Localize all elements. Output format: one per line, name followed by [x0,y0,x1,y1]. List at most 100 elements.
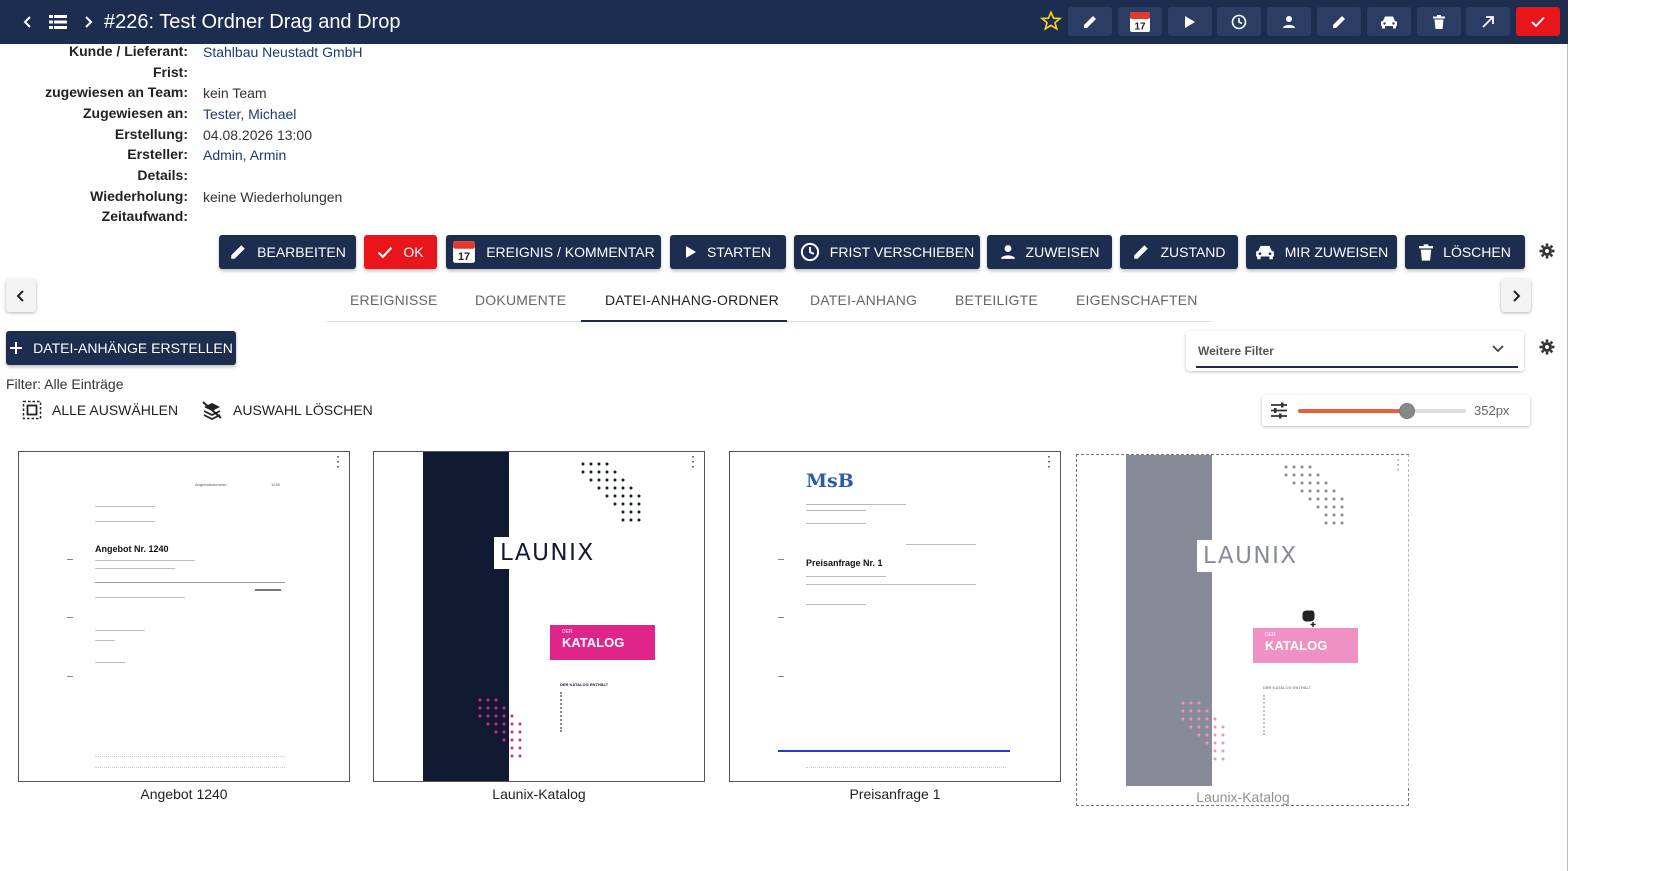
start-icon-button[interactable] [1168,7,1212,36]
clear-selection-icon [202,401,222,420]
label-time: Zeitaufwand: [101,208,188,224]
person-icon [1283,15,1295,28]
grab-cursor-icon [1301,609,1316,627]
company-logo: MsB [806,470,854,492]
filter-status: Filter: Alle Einträge [6,376,124,392]
pink-dots-pattern-icon [478,698,522,758]
tab-documents[interactable]: DOKUMENTE [475,292,566,308]
tab-attachment-folder[interactable]: DATEI-ANHANG-ORDNER [605,292,779,308]
pink-dots-pattern-icon [1181,701,1225,761]
chevron-right-icon [1513,289,1521,302]
doc-ref-label: Angebotsnummer: [195,482,228,487]
pencil-icon [231,245,245,259]
tabs-scroll-right-button[interactable] [1501,279,1531,312]
chevron-left-icon [16,289,24,302]
start-button[interactable]: STARTEN [670,235,786,269]
start-button-label: STARTEN [706,244,772,260]
value-customer[interactable]: Stahlbau Neustadt GmbH [203,44,363,60]
brand-box: LAUNIX [1197,540,1327,572]
label-customer: Kunde / Lieferant: [68,43,188,59]
open-icon-button[interactable] [1466,7,1510,36]
more-filters-placeholder: Weitere Filter [1198,344,1274,358]
calendar-icon: 17 [1130,11,1150,32]
label-deadline: Frist: [153,64,188,80]
arrow-up-right-icon [1482,15,1494,28]
state-icon-button[interactable] [1317,7,1361,36]
label-created: Erstellung: [114,126,188,142]
list-icon[interactable] [46,10,70,34]
clear-selection-button[interactable]: AUSWAHL LÖSCHEN [201,400,373,420]
value-assigned[interactable]: Tester, Michael [203,106,296,122]
app-window: #226: Test Ordner Drag and Drop 17 Kunde… [0,0,1568,871]
brand-wordmark: LAUNIX [500,540,595,566]
more-vert-icon[interactable]: ⋮ [331,454,345,468]
file-card-preisanfrage[interactable]: ⋮ MsB Preisanfrage Nr. 1 [729,451,1061,782]
file-card-launix-katalog[interactable]: ⋮ LAUNIX DER KATALOG DER KATALOG ENTHÄLT [373,451,705,782]
tabs-scroll-left-button[interactable] [6,279,36,312]
event-comment-label: EREIGNIS / KOMMENTAR [486,244,655,260]
doc-footer-rule [778,750,1010,752]
more-vert-icon[interactable]: ⋮ [686,454,700,468]
assign-button-label: ZUWEISEN [1025,244,1100,260]
catalog-badge-text: KATALOG [562,635,625,650]
state-button-label: ZUSTAND [1160,244,1226,260]
edit-button[interactable]: BEARBEITEN [219,235,356,269]
value-creator[interactable]: Admin, Armin [203,147,286,163]
more-vert-icon[interactable]: ⋮ [1042,454,1056,468]
tab-events[interactable]: EREIGNISSE [350,292,438,308]
car-icon [1255,245,1274,260]
pencil-icon [1134,245,1149,259]
event-comment-button[interactable]: 17 EREIGNIS / KOMMENTAR [446,235,661,269]
move-deadline-button[interactable]: FRIST VERSCHIEBEN [794,235,980,269]
state-button[interactable]: ZUSTAND [1120,235,1238,269]
clock-icon [1231,14,1247,29]
size-slider-thumb[interactable] [1399,403,1416,419]
edit-button-label: BEARBEITEN [257,244,346,260]
delete-icon-button[interactable] [1417,7,1461,36]
assign-button[interactable]: ZUWEISEN [987,235,1112,269]
label-assigned: Zugewiesen an: [82,105,188,121]
clock-icon [800,242,819,262]
tab-properties[interactable]: EIGENSCHAFTEN [1076,292,1198,308]
file-card-angebot[interactable]: ⋮ Angebotsnummer: 1240 Angebot Nr. 1240 [18,451,350,782]
size-slider-fill [1298,409,1408,413]
gear-icon[interactable] [1539,339,1555,355]
trash-icon [1419,243,1434,261]
forward-icon[interactable] [76,10,100,34]
star-icon[interactable] [1039,10,1063,32]
more-vert-icon[interactable]: ⋮ [1391,457,1405,471]
value-created: 04.08.2026 13:00 [203,127,312,143]
filter-underline [1196,366,1518,368]
more-filters-select[interactable]: Weitere Filter [1186,331,1524,371]
desktop-background [1568,0,1667,871]
pencil-icon [1333,15,1345,28]
deadline-icon-button[interactable] [1217,7,1261,36]
catalog-badge: DER KATALOG [1253,628,1358,663]
edit-icon-button[interactable] [1068,7,1112,36]
tab-participants[interactable]: BETEILIGTE [955,292,1038,308]
event-icon-button[interactable]: 17 [1118,7,1162,36]
create-attachments-button[interactable]: DATEI-ANHÄNGE ERSTELLEN [6,331,236,365]
size-slider-track[interactable] [1298,403,1466,419]
dots-pattern-icon [581,462,641,522]
brand-box: LAUNIX [494,537,624,569]
file-name-launix-katalog-dragging: Launix-Katalog [1196,789,1290,805]
back-icon[interactable] [16,10,40,34]
ok-button[interactable]: OK [364,235,437,269]
delete-button[interactable]: LÖSCHEN [1405,235,1525,269]
assign-icon-button[interactable] [1267,7,1311,36]
file-name-preisanfrage: Preisanfrage 1 [849,786,941,802]
ok-icon-button[interactable] [1516,7,1560,36]
tab-attachment[interactable]: DATEI-ANHANG [810,292,917,308]
file-name-launix-katalog: Launix-Katalog [492,786,586,802]
doc-heading: Angebot Nr. 1240 [95,544,169,554]
file-card-launix-katalog-dragging[interactable]: ⋮ LAUNIX DER KATALOG DER KATALOG ENTHÄLT [1077,455,1409,786]
select-all-button[interactable]: ALLE AUSWÄHLEN [22,400,178,420]
assign-me-icon-button[interactable] [1367,7,1411,36]
assign-me-button[interactable]: MIR ZUWEISEN [1246,235,1397,269]
gear-icon[interactable] [1539,243,1555,259]
clear-selection-label: AUSWAHL LÖSCHEN [233,402,373,418]
label-details: Details: [137,167,188,183]
move-deadline-label: FRIST VERSCHIEBEN [829,244,975,260]
calendar-day: 17 [458,251,470,263]
